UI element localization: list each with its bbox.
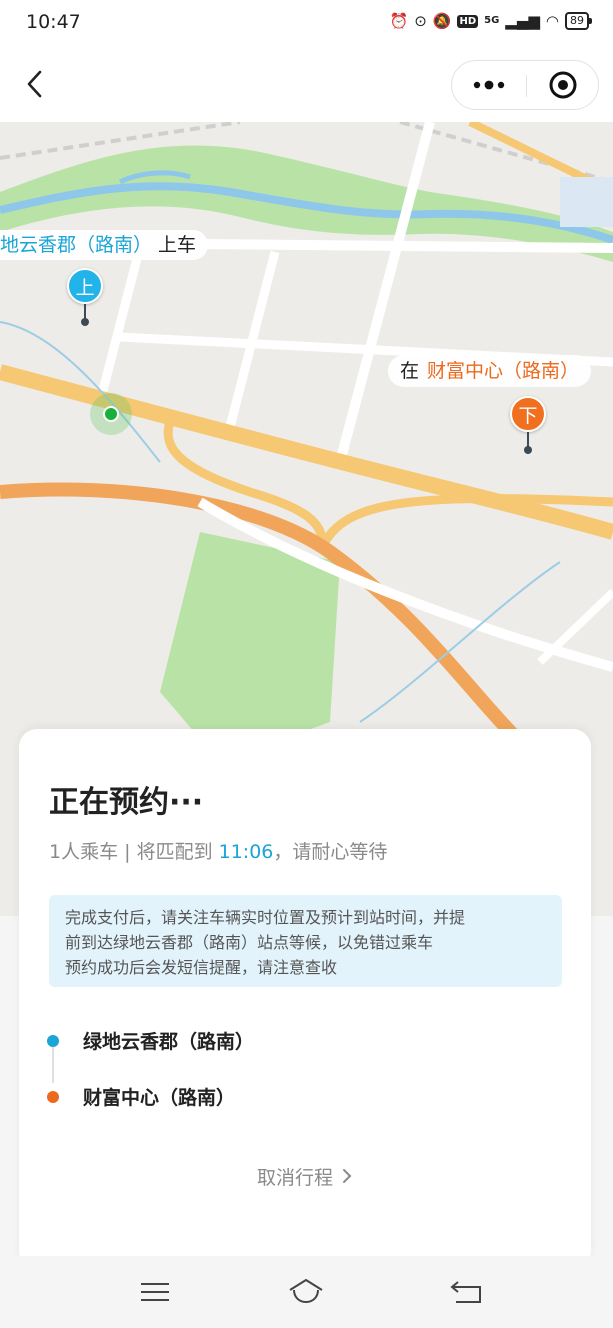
booking-title: 正在预约··· bbox=[49, 785, 204, 820]
more-dots-icon[interactable] bbox=[452, 61, 526, 109]
pickup-pin-badge: 上 bbox=[67, 268, 103, 304]
route-stops: 绿地云香郡（路南） 财富中心（路南） bbox=[47, 1025, 527, 1115]
network-label: 5G bbox=[484, 15, 500, 26]
dropoff-stop-name: 财富中心（路南） bbox=[83, 1087, 236, 1109]
status-bar: 10:47 ⏰ ⊙ 🔕 HD 5G ▂▄▆ ◠ 89 bbox=[0, 0, 613, 48]
nav-bar bbox=[0, 48, 613, 122]
home-icon[interactable] bbox=[288, 1276, 324, 1308]
status-icons: ⏰ ⊙ 🔕 HD 5G ▂▄▆ ◠ 89 bbox=[389, 12, 592, 30]
route-line bbox=[52, 1047, 54, 1083]
pickup-pin[interactable]: 上 bbox=[67, 268, 103, 328]
notice-line: 前到达绿地云香郡（路南）站点等候，以免错过乘车 bbox=[65, 933, 434, 952]
menu-icon[interactable] bbox=[137, 1276, 173, 1308]
match-time: 11:06 bbox=[218, 841, 274, 863]
mini-program-capsule bbox=[451, 60, 599, 110]
hd-icon: HD bbox=[457, 14, 479, 28]
dropoff-stop-dot bbox=[47, 1091, 59, 1103]
pickup-place-name: 地云香郡（路南） bbox=[0, 234, 153, 256]
battery-icon: 89 bbox=[565, 12, 592, 30]
notice-line: 预约成功后会发短信提醒，请注意查收 bbox=[65, 958, 338, 977]
notice-box: 完成支付后，请关注车辆实时位置及预计到站时间，并提 前到达绿地云香郡（路南）站点… bbox=[49, 895, 562, 987]
chevron-left-icon[interactable] bbox=[22, 68, 50, 100]
dropoff-pin[interactable]: 下 bbox=[510, 396, 546, 456]
alarm-icon: ⏰ bbox=[389, 12, 409, 30]
booking-card: 正在预约··· 1人乘车 | 将匹配到 11:06，请耐心等待 完成支付后，请关… bbox=[19, 729, 591, 1269]
status-time: 10:47 bbox=[26, 11, 81, 33]
booking-subtitle: 1人乘车 | 将匹配到 11:06，请耐心等待 bbox=[49, 837, 387, 864]
user-location-icon bbox=[90, 393, 132, 435]
wifi-icon: ◠ bbox=[545, 12, 559, 30]
target-icon[interactable] bbox=[527, 61, 599, 109]
user-location-core bbox=[103, 406, 119, 422]
dropoff-label: 在财富中心（路南） bbox=[388, 355, 592, 387]
notice-line: 完成支付后，请关注车辆实时位置及预计到站时间，并提 bbox=[65, 908, 466, 927]
cancel-trip-label: 取消行程 bbox=[256, 1167, 333, 1189]
dropoff-prefix: 在 bbox=[400, 360, 420, 382]
subtitle-suffix: ，请耐心等待 bbox=[273, 841, 388, 863]
back-icon[interactable] bbox=[448, 1276, 484, 1308]
mute-icon: 🔕 bbox=[432, 12, 452, 30]
chevron-right-icon bbox=[341, 1167, 353, 1189]
signal-icon: ▂▄▆ bbox=[505, 12, 540, 30]
pin-dot bbox=[524, 446, 532, 454]
dropoff-place-name: 财富中心（路南） bbox=[427, 360, 580, 382]
dropoff-pin-badge: 下 bbox=[510, 396, 546, 432]
pickup-label: 地云香郡（路南） 上车 bbox=[0, 230, 209, 260]
pickup-stop-dot bbox=[47, 1035, 59, 1047]
subtitle-prefix: 1人乘车 | 将匹配到 bbox=[49, 841, 219, 863]
pickup-suffix: 上车 bbox=[158, 234, 197, 256]
location-icon: ⊙ bbox=[414, 12, 427, 30]
system-nav-bar bbox=[0, 1256, 613, 1328]
pickup-stop-name: 绿地云香郡（路南） bbox=[83, 1031, 255, 1053]
pin-dot bbox=[81, 318, 89, 326]
cancel-trip-button[interactable]: 取消行程 bbox=[19, 1163, 591, 1190]
